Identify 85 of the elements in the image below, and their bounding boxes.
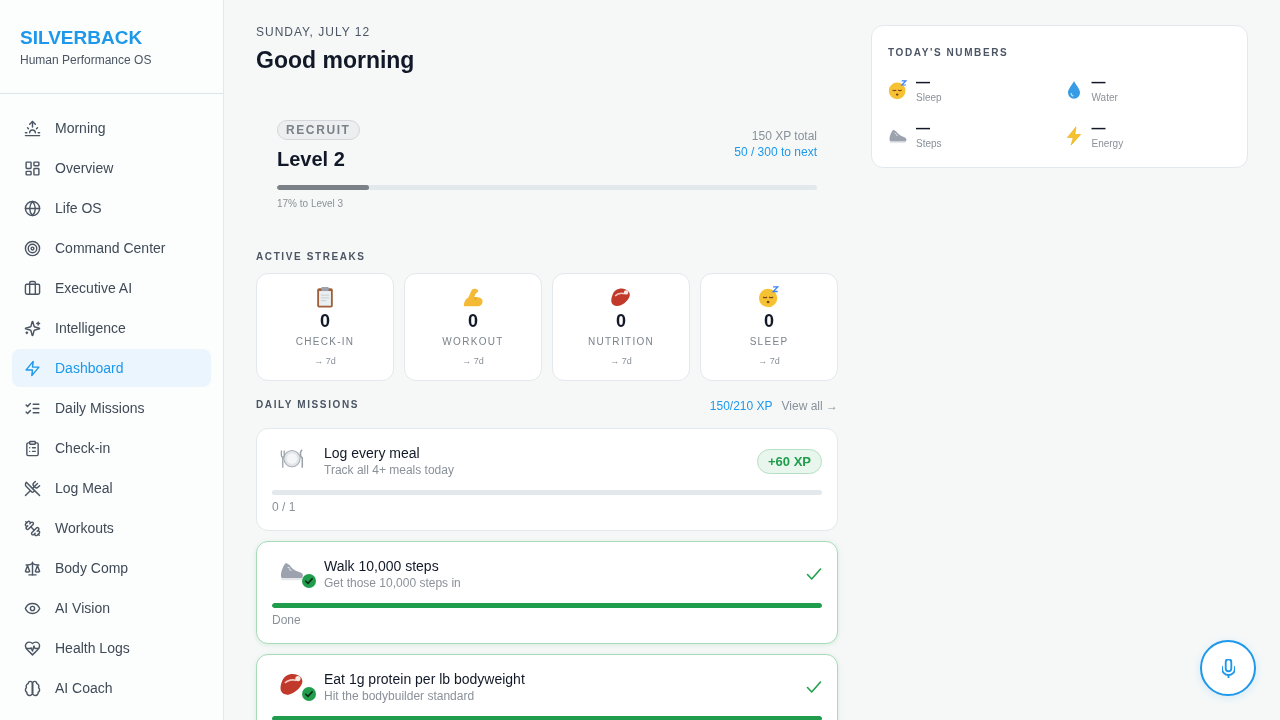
streak-count: 0 [764, 310, 774, 332]
mission-subtitle: Get those 10,000 steps in [324, 575, 461, 591]
nav-item[interactable]: Health Logs [12, 629, 211, 667]
crossed-utensils-icon [24, 479, 41, 497]
xp-reward-badge: +60 XP [757, 448, 822, 474]
missions-xp-total: 150/210 XP [709, 398, 773, 414]
nav-item[interactable]: Log Meal [12, 469, 211, 507]
xp-total: 150 XP total [751, 128, 817, 144]
sparkles-icon [24, 319, 41, 337]
rank-badge: RECRUIT [277, 120, 360, 140]
nav-item[interactable]: AI Coach [12, 669, 211, 707]
mission-card[interactable]: Eat 1g protein per lb bodyweight Hit the bodybuilder standard [256, 654, 838, 720]
streak-label: CHECK-IN [295, 335, 355, 349]
mission-title: Eat 1g protein per lb bodyweight [324, 670, 525, 688]
mission-subtitle: Track all 4+ meals today [324, 462, 454, 478]
card-heading: TODAY'S NUMBERS [888, 46, 1009, 60]
nav-item[interactable]: Morning [12, 109, 211, 147]
dumbbell-icon [24, 519, 41, 537]
mission-title: Log every meal [324, 444, 420, 462]
date-label: SUNDAY, JULY 12 [256, 24, 371, 40]
streak-label: WORKOUT [442, 335, 504, 349]
globe-icon [24, 199, 41, 217]
stat-value: — [1091, 73, 1107, 91]
nav-item[interactable]: Executive AI [12, 269, 211, 307]
flexed-arm-icon [462, 286, 484, 308]
streak-label: NUTRITION [587, 335, 655, 349]
check-icon [806, 679, 822, 695]
nav-item[interactable]: Workouts [12, 509, 211, 547]
stat-label: Sleep [916, 91, 942, 105]
sleepy-face-icon [758, 286, 780, 308]
mission-progress-label: 0 / 1 [272, 499, 296, 515]
grid-icon [24, 159, 41, 177]
brand-tagline: Human Performance OS [20, 52, 153, 68]
level-progress-caption: 17% to Level 3 [277, 198, 344, 210]
streak-goal: → 7d [758, 355, 780, 367]
brand-name: SILVERBACK [20, 27, 144, 49]
clipboard-icon [314, 286, 336, 308]
check-badge-icon [302, 687, 316, 701]
nav-item[interactable]: Check-in [12, 429, 211, 467]
streak-label: SLEEP [749, 335, 789, 349]
stat-value: — [1091, 119, 1107, 137]
sleepy-face-icon [888, 80, 908, 100]
meat-icon [279, 671, 305, 697]
nav-item[interactable]: Overview [12, 149, 211, 187]
briefcase-icon [24, 279, 41, 297]
xp-to-next: 50 / 300 to next [734, 144, 817, 160]
streak-goal: → 7d [610, 355, 632, 367]
target-icon [24, 239, 41, 257]
nav-item[interactable]: Life OS [12, 189, 211, 227]
streak-count: 0 [616, 310, 626, 332]
streak-count: 0 [320, 310, 330, 332]
scale-icon [24, 559, 41, 577]
streak-goal: → 7d [314, 355, 336, 367]
stat-label: Water [1091, 91, 1118, 105]
nav-item[interactable]: Daily Missions [12, 389, 211, 427]
mission-progress-label: Done [272, 612, 301, 628]
nav-item[interactable]: AI Vision [12, 589, 211, 627]
check-icon [806, 566, 822, 582]
section-heading: ACTIVE STREAKS [256, 250, 366, 264]
streak-goal: → 7d [462, 355, 484, 367]
mission-title: Walk 10,000 steps [324, 557, 439, 575]
stat-label: Energy [1091, 137, 1124, 151]
lightning-icon [1063, 126, 1084, 146]
clipboard-list-icon [24, 439, 41, 457]
stat-value: — [916, 119, 931, 137]
section-heading: DAILY MISSIONS [256, 398, 359, 412]
level-title: Level 2 [277, 147, 345, 172]
nav-item[interactable]: Intelligence [12, 309, 211, 347]
voice-input-button[interactable] [1200, 640, 1256, 696]
brain-icon [24, 679, 41, 697]
stat-label: Steps [916, 137, 942, 151]
microphone-icon [1221, 658, 1235, 678]
sunrise-icon [24, 119, 41, 137]
mission-subtitle: Hit the bodybuilder standard [324, 688, 475, 704]
greeting-heading: Good morning [256, 46, 415, 74]
meat-icon [610, 286, 632, 308]
nav-item[interactable]: Command Center [12, 229, 211, 267]
stat-value: — [916, 73, 931, 91]
mission-card[interactable]: Walk 10,000 steps Get those 10,000 steps in Done [256, 541, 838, 644]
nav-item[interactable]: Body Comp [12, 549, 211, 587]
streak-count: 0 [468, 310, 478, 332]
heart-pulse-icon [24, 639, 41, 657]
mission-card[interactable]: Log every meal Track all 4+ meals today +60 XP 0 / 1 [256, 428, 838, 531]
lightning-icon [24, 359, 41, 377]
check-badge-icon [302, 574, 316, 588]
